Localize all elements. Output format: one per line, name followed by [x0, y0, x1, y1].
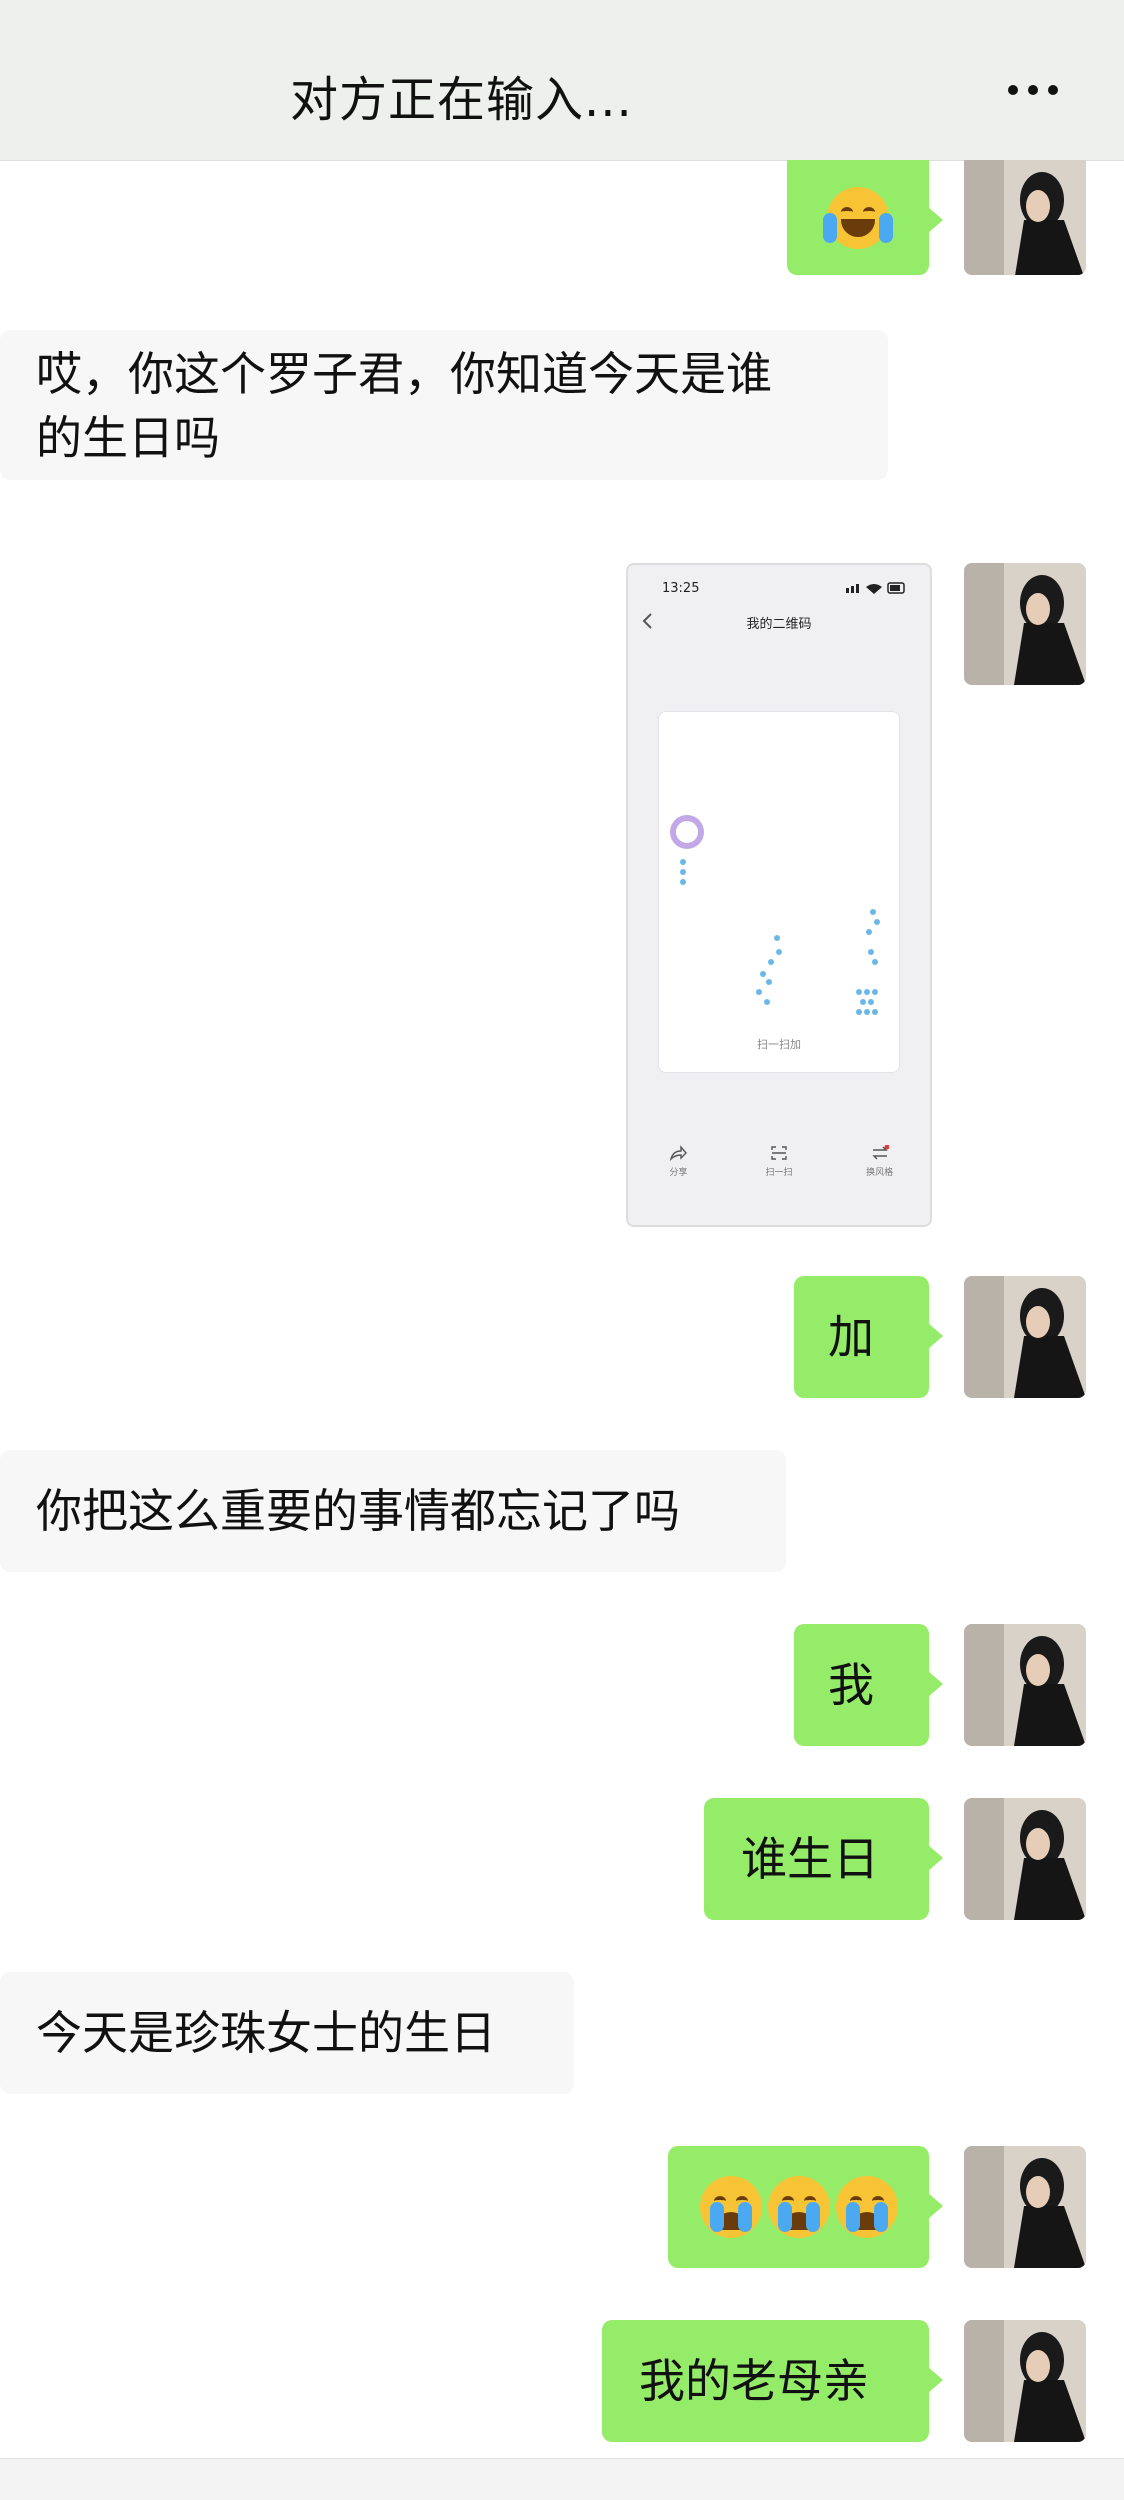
message-bubble-outgoing[interactable]: 加 — [794, 1276, 943, 1398]
message-bubble-incoming[interactable]: 哎，你这个罗子君，你知道今天是谁 的生日吗 — [0, 330, 888, 480]
avatar[interactable] — [964, 2320, 1086, 2442]
qr-caption: 扫一扫加 — [757, 1038, 801, 1051]
status-icons — [846, 582, 905, 594]
status-time: 13:25 — [662, 581, 700, 596]
chat-title: 对方正在输入... — [290, 72, 633, 128]
swap-icon — [871, 1144, 890, 1160]
message-text: 我 — [828, 1658, 874, 1712]
crying-emoji-icon — [767, 2176, 830, 2238]
screenshot-title: 我的二维码 — [746, 617, 812, 632]
scan-icon — [771, 1146, 787, 1160]
share-action[interactable]: 分享 — [643, 1145, 713, 1178]
message-bubble-outgoing[interactable]: 谁生日 — [704, 1798, 943, 1920]
qr-card: 扫一扫加 — [658, 711, 900, 1073]
laughing-emoji-icon — [823, 186, 893, 249]
message-bubble-outgoing[interactable]: 我 — [794, 1624, 943, 1746]
message-text: 今天是珍珠女士的生日 — [36, 2006, 496, 2060]
message-bubble-incoming[interactable]: 今天是珍珠女士的生日 — [0, 1972, 574, 2094]
message-bubble-emoji[interactable] — [787, 160, 943, 275]
crying-emoji-icon — [699, 2176, 762, 2238]
avatar[interactable] — [964, 563, 1086, 685]
image-message[interactable]: 13:25 我的二维码 扫一扫加 分享 扫一扫 换风格 — [626, 563, 932, 1227]
message-bubble-outgoing[interactable]: 我的老母亲 — [602, 2320, 943, 2442]
more-options-icon[interactable] — [1008, 80, 1068, 100]
chat-header: 对方正在输入... — [0, 0, 1124, 161]
qr-code-graphic — [670, 815, 880, 1015]
avatar[interactable] — [964, 160, 1086, 275]
message-text: 的生日吗 — [36, 411, 220, 465]
avatar[interactable] — [964, 1276, 1086, 1398]
message-text: 加 — [828, 1310, 874, 1364]
message-bubble-incoming[interactable]: 你把这么重要的事情都忘记了吗 — [0, 1450, 786, 1572]
screenshot-action-bar: 分享 扫一扫 换风格 — [628, 1144, 930, 1178]
message-text: 你把这么重要的事情都忘记了吗 — [36, 1484, 680, 1538]
scan-action[interactable]: 扫一扫 — [744, 1145, 814, 1178]
message-text: 哎，你这个罗子君，你知道今天是谁 — [36, 347, 772, 401]
avatar[interactable] — [964, 2146, 1086, 2268]
avatar[interactable] — [964, 1624, 1086, 1746]
input-bar[interactable] — [0, 2458, 1124, 2500]
message-text: 我的老母亲 — [639, 2354, 869, 2408]
crying-emoji-icon — [835, 2176, 898, 2238]
change-style-action[interactable]: 换风格 — [845, 1144, 915, 1178]
message-bubble-emoji[interactable] — [668, 2146, 943, 2268]
avatar[interactable] — [964, 1798, 1086, 1920]
share-icon — [670, 1145, 688, 1162]
message-text: 谁生日 — [741, 1832, 879, 1886]
